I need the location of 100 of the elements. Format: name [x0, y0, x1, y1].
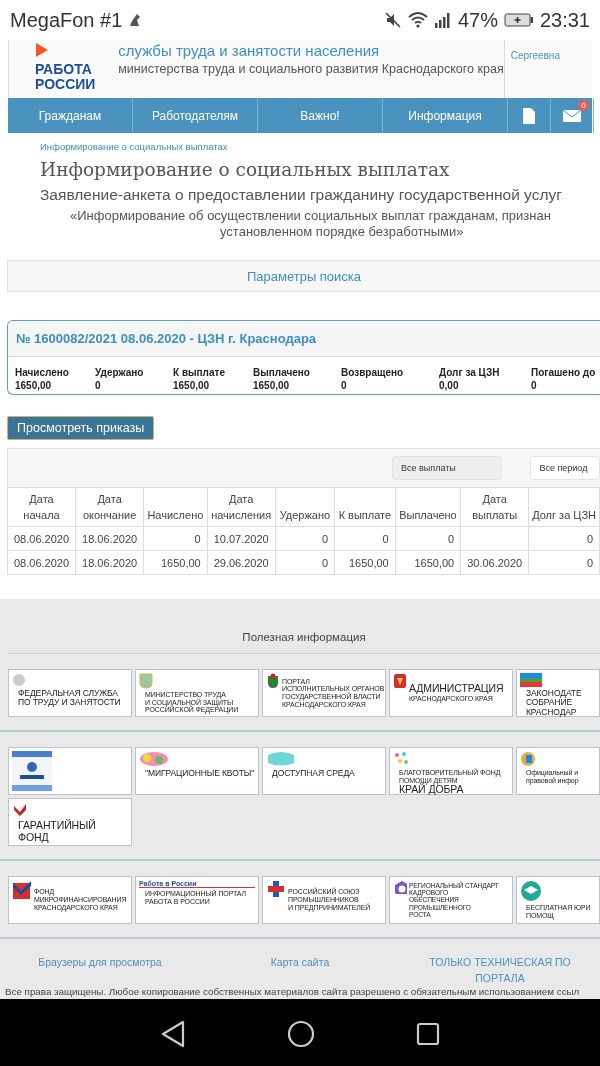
- page-title: Информирование о социальных выплатах: [40, 159, 451, 180]
- confetti-icon: [393, 751, 409, 767]
- flag-icon: [520, 673, 542, 687]
- table-cell: 1650,00: [334, 550, 396, 575]
- broom-icon: [128, 13, 143, 27]
- column-header: Удержано: [275, 487, 335, 527]
- column-header: Выплачено: [395, 487, 461, 527]
- partner-banner[interactable]: ЗАКОНОДАТЕ СОБРАНИЕ КРАСНОДАР: [516, 669, 600, 717]
- column-header: Дата начала: [7, 487, 76, 527]
- service-name: «Информирование об осуществлении социальных выплат гражданам, признан: [70, 208, 552, 224]
- table-cell: 0: [275, 526, 335, 551]
- column-header: Долг за ЦЗН: [528, 487, 600, 527]
- page-subtitle: Заявление-анкета о предоставлении гражданину государственной услуг: [40, 186, 563, 204]
- summary-value: 0,00: [439, 380, 460, 391]
- table-cell: 29.06.2020: [207, 550, 276, 575]
- filter-select[interactable]: Все выплаты: [392, 456, 503, 480]
- column-header: Дата начисления: [207, 487, 276, 527]
- summary-value: 1650,00: [173, 380, 211, 391]
- back-icon[interactable]: [160, 1020, 187, 1048]
- mute-icon: [383, 11, 402, 29]
- table-cell: 1650,00: [143, 550, 208, 575]
- site-subtitle: министерства труда и социального развития Краснодарского края: [118, 62, 504, 76]
- banner-text: ГАРАНТИЙНЫЙ: [18, 820, 97, 832]
- breadcrumb-link[interactable]: Информирование о социальных выплатах: [40, 141, 600, 152]
- partner-banner[interactable]: ДОСТУПНАЯ СРЕДА: [262, 747, 386, 795]
- column-header: Дата окончание: [75, 487, 144, 527]
- logo-text: РАБОТА: [35, 62, 93, 77]
- partner-banner[interactable]: "МИГРАЦИОННЫЕ КВОТЫ": [135, 747, 259, 795]
- graduation-cap-icon: [520, 880, 542, 902]
- battery-icon: [503, 12, 534, 28]
- filter-select[interactable]: Все период: [530, 456, 600, 480]
- battery-percent: 47%: [457, 8, 498, 32]
- column-header: Начислено: [143, 487, 208, 527]
- emblem-icon: [12, 673, 26, 687]
- mail-icon: [562, 108, 582, 123]
- logo-triangle-icon: [35, 42, 49, 58]
- view-orders-button[interactable]: Просмотреть приказы: [7, 416, 155, 440]
- table-cell: 08.06.2020: [7, 526, 76, 551]
- banner-text: ПО ТРУДУ И ЗАНЯТОСТИ: [18, 698, 122, 708]
- home-icon[interactable]: [287, 1020, 315, 1048]
- summary-label: Начислено: [15, 367, 70, 378]
- partner-banner[interactable]: [8, 747, 132, 795]
- message-count-badge: 0: [578, 100, 589, 111]
- banner-text: КРАСНОДАР: [526, 707, 578, 718]
- summary-label: К выплате: [173, 367, 226, 378]
- summary-value: 0: [531, 380, 538, 391]
- service-name: установленном порядке безработными»: [220, 224, 465, 240]
- table-cell: 0: [275, 550, 335, 575]
- recent-apps-icon[interactable]: [415, 1022, 440, 1046]
- summary-label: Выплачено: [253, 367, 311, 378]
- banner-text: ЗАКОНОДАТЕ: [526, 689, 583, 699]
- table-cell: 08.06.2020: [7, 550, 76, 575]
- summary-value: 1650,00: [253, 380, 291, 391]
- summary-value: 0: [341, 380, 348, 391]
- table-cell: 10.07.2020: [207, 526, 276, 551]
- table-cell: 1650,00: [395, 550, 461, 575]
- coat-of-arms-icon: [393, 673, 407, 689]
- map-icon: [266, 751, 296, 767]
- copyright-text: Все права защищены. Любое копирование собственных материалов сайта разрешено с обязательным использованием ссыл: [5, 986, 581, 997]
- table-cell: 0: [528, 550, 600, 575]
- summary-value: 1650,00: [15, 380, 53, 391]
- partner-banner[interactable]: ФЕДЕРАЛЬНАЯ СЛУЖБА ПО ТРУДУ И ЗАНЯТОСТИ: [8, 669, 132, 717]
- banner-text: СОБРАНИЕ: [526, 698, 573, 708]
- site-title: службы труда и занятости населения: [118, 42, 381, 59]
- table-cell: 0: [528, 526, 600, 551]
- search-panel-title: Параметры поиска: [246, 268, 362, 284]
- signal-icon: [433, 12, 452, 28]
- table-cell: 18.06.2020: [75, 550, 144, 575]
- column-header: Дата выплаты: [460, 487, 529, 527]
- shield-icon: [139, 673, 153, 689]
- document-icon: [522, 106, 536, 125]
- table-cell: 30.06.2020: [460, 550, 529, 575]
- table-cell: 0: [334, 526, 396, 551]
- summary-value: 0: [95, 380, 102, 391]
- hexagon-icon: [393, 880, 407, 894]
- banner-text: КРАЙ ДОБРА: [399, 784, 465, 796]
- crest-icon: [266, 673, 280, 689]
- case-title: № 1600082/2021 08.06.2020 - ЦЗН г. Краснодара: [8, 321, 600, 357]
- emblem-icon: [520, 751, 536, 767]
- table-cell: 18.06.2020: [75, 526, 144, 551]
- check-icon: [12, 880, 32, 900]
- map-collage-icon: [139, 751, 169, 767]
- national-projects-icon: [12, 751, 52, 791]
- partner-banner[interactable]: ГАРАНТИЙНЫЙ ФОНД: [8, 798, 132, 846]
- section-heading: Полезная информация: [242, 631, 366, 643]
- banner-text: ФОНД: [18, 831, 50, 844]
- summary-label: Погашено до: [531, 367, 597, 378]
- summary-label: Возвращено: [341, 367, 405, 378]
- table-cell: 0: [395, 526, 461, 551]
- table-cell: 0: [143, 526, 208, 551]
- wifi-icon: [407, 12, 428, 28]
- summary-label: Долг за ЦЗН: [439, 367, 501, 378]
- banner-text: "МИГРАЦИОННЫЕ КВОТЫ": [145, 769, 255, 779]
- banner-text: ФЕДЕРАЛЬНАЯ СЛУЖБА: [18, 689, 119, 699]
- banner-text: ДОСТУПНАЯ СРЕДА: [272, 769, 356, 779]
- logo-text: РОССИИ: [35, 77, 97, 92]
- column-header: К выплате: [334, 487, 396, 527]
- summary-label: Удержано: [95, 367, 145, 378]
- check-icon: [12, 802, 28, 818]
- banner-text: АДМИНИСТРАЦИЯ: [409, 683, 504, 695]
